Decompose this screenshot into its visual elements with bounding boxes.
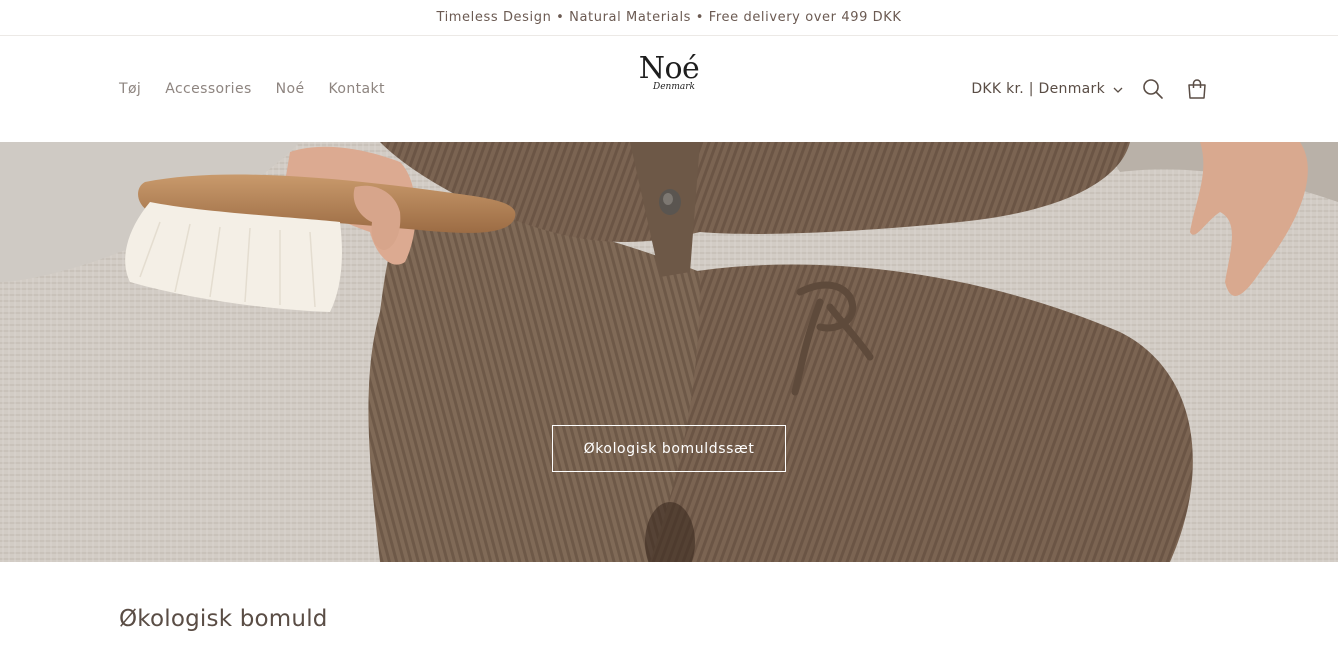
brand-logo[interactable]: Noé Denmark [609, 51, 729, 93]
nav-item-toj[interactable]: Tøj [119, 81, 141, 97]
section-title: Økologisk bomuld [119, 606, 328, 632]
announcement-bar: Timeless Design • Natural Materials • Fr… [0, 0, 1338, 36]
locale-label: DKK kr. | Denmark [971, 81, 1105, 97]
announcement-text: Timeless Design • Natural Materials • Fr… [436, 10, 902, 25]
nav-item-noe[interactable]: Noé [276, 81, 305, 97]
locale-selector[interactable]: DKK kr. | Denmark [971, 81, 1123, 97]
cart-icon [1188, 79, 1206, 99]
chevron-down-icon [1113, 87, 1123, 93]
main-nav: Tøj Accessories Noé Kontakt [119, 81, 385, 97]
search-button[interactable] [1131, 67, 1175, 111]
logo-wordmark: Noé [638, 51, 700, 86]
cart-button[interactable] [1175, 67, 1219, 111]
logo-subtitle: Denmark [653, 82, 695, 92]
site-header: Tøj Accessories Noé Kontakt Noé Denmark … [0, 36, 1338, 142]
nav-item-accessories[interactable]: Accessories [165, 81, 251, 97]
hero-cta-button[interactable]: Økologisk bomuldssæt [552, 425, 786, 472]
hero-banner: Økologisk bomuldssæt [0, 142, 1338, 562]
nav-item-kontakt[interactable]: Kontakt [329, 81, 385, 97]
header-actions: DKK kr. | Denmark [971, 67, 1219, 111]
hero-image [0, 142, 1338, 562]
search-icon [1143, 79, 1163, 99]
